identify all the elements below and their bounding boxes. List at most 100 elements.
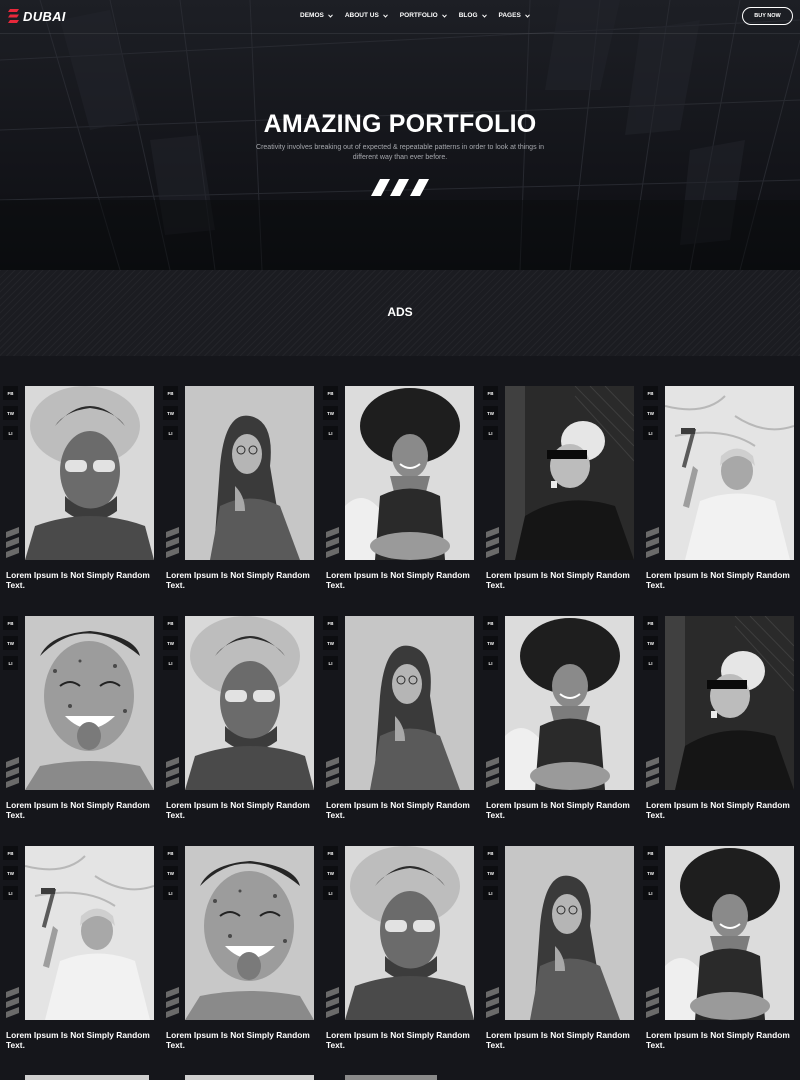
nav-item-demos[interactable]: DEMOS xyxy=(300,12,333,19)
portfolio-card-title[interactable]: Lorem Ipsum Is Not Simply Random Text. xyxy=(166,570,316,590)
share-facebook-link[interactable]: FB xyxy=(323,386,338,400)
portfolio-photo-woman-long-hair-glasses[interactable] xyxy=(505,846,634,1020)
share-linkedin-link[interactable]: LI xyxy=(163,656,178,670)
nav-item-portfolio[interactable]: PORTFOLIO xyxy=(400,12,447,19)
portfolio-card[interactable]: FB TW LI Lorem Ipsum Is Not Simply Random … xyxy=(480,846,635,1066)
portfolio-photo-woman-hammer-raised[interactable] xyxy=(25,846,154,1020)
portfolio-card[interactable]: FB TW LI Lorem Ipsum Is Not Simply Random … xyxy=(480,386,635,606)
share-facebook-link[interactable]: FB xyxy=(163,386,178,400)
share-twitter-link[interactable]: TW xyxy=(483,636,498,650)
share-facebook-link[interactable]: FB xyxy=(3,386,18,400)
portfolio-photo-person-visor-leather-jacket[interactable] xyxy=(665,616,794,790)
portfolio-photo-woman-curly-hair-smiling[interactable] xyxy=(345,386,474,560)
portfolio-card[interactable]: FB TW LI Lorem Ipsum Is Not Simply Random … xyxy=(0,846,155,1066)
share-twitter-link[interactable]: TW xyxy=(643,406,658,420)
portfolio-photo-woman-hammer-raised[interactable] xyxy=(665,386,794,560)
share-twitter-link[interactable]: TW xyxy=(3,866,18,880)
portfolio-card-title[interactable]: Lorem Ipsum Is Not Simply Random Text. xyxy=(486,570,636,590)
portfolio-card[interactable]: FB TW LI Lorem Ipsum Is Not Simply Random … xyxy=(160,386,315,606)
portfolio-photo-man-sunglasses-smoke[interactable] xyxy=(345,846,474,1020)
share-twitter-link[interactable]: TW xyxy=(643,636,658,650)
share-facebook-link[interactable]: FB xyxy=(3,616,18,630)
share-linkedin-link[interactable]: LI xyxy=(483,656,498,670)
share-twitter-link[interactable]: TW xyxy=(323,866,338,880)
portfolio-card[interactable]: FB TW LI Lorem Ipsum Is Not Simply Random … xyxy=(640,846,795,1066)
portfolio-card-title[interactable]: Lorem Ipsum Is Not Simply Random Text. xyxy=(486,800,636,820)
share-twitter-link[interactable]: TW xyxy=(643,866,658,880)
nav-item-blog[interactable]: BLOG xyxy=(459,12,487,19)
portfolio-card[interactable]: FB TW LI Lorem Ipsum Is Not Simply Random … xyxy=(640,386,795,606)
portfolio-card[interactable]: FB TW LI Lorem Ipsum Is Not Simply Random … xyxy=(160,616,315,836)
portfolio-card[interactable]: FB TW LI Lorem Ipsum Is Not Simply Random … xyxy=(0,616,155,836)
portfolio-photo-man-sunglasses-smoke[interactable] xyxy=(185,616,314,790)
portfolio-card[interactable]: FB TW LI Lorem Ipsum Is Not Simply Random … xyxy=(0,386,155,606)
share-linkedin-link[interactable]: LI xyxy=(643,886,658,900)
portfolio-photo-man-tongue-out-paint[interactable] xyxy=(185,846,314,1020)
portfolio-image xyxy=(665,386,794,560)
share-facebook-link[interactable]: FB xyxy=(643,616,658,630)
share-facebook-link[interactable]: FB xyxy=(323,616,338,630)
share-twitter-link[interactable]: TW xyxy=(483,406,498,420)
nav-item-about-us[interactable]: ABOUT US xyxy=(345,12,388,19)
portfolio-photo-man-tongue-out-paint[interactable] xyxy=(25,616,154,790)
share-facebook-link[interactable]: FB xyxy=(163,846,178,860)
share-twitter-link[interactable]: TW xyxy=(163,866,178,880)
share-twitter-link[interactable]: TW xyxy=(3,636,18,650)
portfolio-card[interactable]: FB TW LI Lorem Ipsum Is Not Simply Random … xyxy=(480,616,635,836)
portfolio-card-title[interactable]: Lorem Ipsum Is Not Simply Random Text. xyxy=(646,800,796,820)
portfolio-card-title[interactable]: Lorem Ipsum Is Not Simply Random Text. xyxy=(326,800,476,820)
share-twitter-link[interactable]: TW xyxy=(163,406,178,420)
portfolio-photo-woman-curly-hair-smiling[interactable] xyxy=(505,616,634,790)
share-twitter-link[interactable]: TW xyxy=(323,406,338,420)
share-linkedin-link[interactable]: LI xyxy=(483,426,498,440)
share-facebook-link[interactable]: FB xyxy=(483,616,498,630)
share-linkedin-link[interactable]: LI xyxy=(323,656,338,670)
stripes-decoration-icon xyxy=(646,527,659,558)
share-linkedin-link[interactable]: LI xyxy=(163,886,178,900)
portfolio-card-title[interactable]: Lorem Ipsum Is Not Simply Random Text. xyxy=(326,1030,476,1050)
share-facebook-link[interactable]: FB xyxy=(163,616,178,630)
portfolio-card-title[interactable]: Lorem Ipsum Is Not Simply Random Text. xyxy=(6,570,156,590)
portfolio-card-title[interactable]: Lorem Ipsum Is Not Simply Random Text. xyxy=(6,1030,156,1050)
portfolio-card[interactable]: FB TW LI Lorem Ipsum Is Not Simply Random … xyxy=(320,386,475,606)
share-twitter-link[interactable]: TW xyxy=(483,866,498,880)
portfolio-card-title[interactable]: Lorem Ipsum Is Not Simply Random Text. xyxy=(6,800,156,820)
share-linkedin-link[interactable]: LI xyxy=(3,886,18,900)
portfolio-card[interactable]: FB TW LI Lorem Ipsum Is Not Simply Random … xyxy=(320,846,475,1066)
brand-logo[interactable]: DUBAI xyxy=(8,8,66,24)
share-twitter-link[interactable]: TW xyxy=(323,636,338,650)
share-twitter-link[interactable]: TW xyxy=(163,636,178,650)
share-linkedin-link[interactable]: LI xyxy=(643,656,658,670)
portfolio-card-title[interactable]: Lorem Ipsum Is Not Simply Random Text. xyxy=(326,570,476,590)
portfolio-card[interactable]: FB TW LI Lorem Ipsum Is Not Simply Random … xyxy=(160,846,315,1066)
portfolio-card[interactable]: FB TW LI Lorem Ipsum Is Not Simply Random … xyxy=(320,616,475,836)
share-linkedin-link[interactable]: LI xyxy=(3,656,18,670)
portfolio-card[interactable]: FB TW LI Lorem Ipsum Is Not Simply Random … xyxy=(640,616,795,836)
share-facebook-link[interactable]: FB xyxy=(3,846,18,860)
portfolio-card-title[interactable]: Lorem Ipsum Is Not Simply Random Text. xyxy=(166,1030,316,1050)
nav-item-pages[interactable]: PAGES xyxy=(499,12,530,19)
share-linkedin-link[interactable]: LI xyxy=(483,886,498,900)
share-facebook-link[interactable]: FB xyxy=(323,846,338,860)
portfolio-photo-woman-curly-hair-smiling[interactable] xyxy=(665,846,794,1020)
share-facebook-link[interactable]: FB xyxy=(643,386,658,400)
share-linkedin-link[interactable]: LI xyxy=(323,426,338,440)
buy-now-button[interactable]: BUY NOW xyxy=(742,7,793,25)
portfolio-card-title[interactable]: Lorem Ipsum Is Not Simply Random Text. xyxy=(166,800,316,820)
share-linkedin-link[interactable]: LI xyxy=(163,426,178,440)
share-facebook-link[interactable]: FB xyxy=(483,846,498,860)
portfolio-card-title[interactable]: Lorem Ipsum Is Not Simply Random Text. xyxy=(646,570,796,590)
portfolio-photo-woman-long-hair-glasses[interactable] xyxy=(345,616,474,790)
share-linkedin-link[interactable]: LI xyxy=(323,886,338,900)
portfolio-card-title[interactable]: Lorem Ipsum Is Not Simply Random Text. xyxy=(646,1030,796,1050)
portfolio-card-title[interactable]: Lorem Ipsum Is Not Simply Random Text. xyxy=(486,1030,636,1050)
portfolio-photo-woman-long-hair-glasses[interactable] xyxy=(185,386,314,560)
share-facebook-link[interactable]: FB xyxy=(643,846,658,860)
portfolio-photo-person-visor-leather-jacket[interactable] xyxy=(505,386,634,560)
share-linkedin-link[interactable]: LI xyxy=(643,426,658,440)
share-facebook-link[interactable]: FB xyxy=(483,386,498,400)
portfolio-photo-man-sunglasses-smoke[interactable] xyxy=(25,386,154,560)
share-twitter-link[interactable]: TW xyxy=(3,406,18,420)
share-linkedin-link[interactable]: LI xyxy=(3,426,18,440)
portfolio-image xyxy=(185,386,314,560)
